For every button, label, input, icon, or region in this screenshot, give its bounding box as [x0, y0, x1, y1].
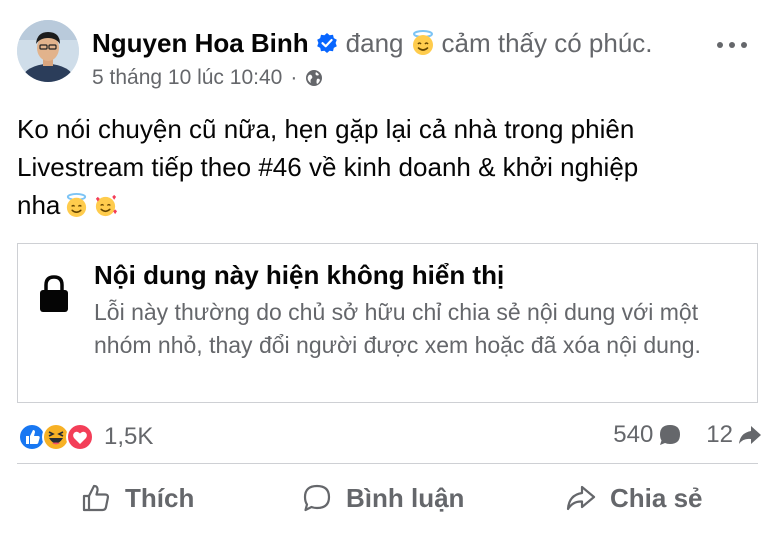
globe-icon[interactable]: [305, 69, 323, 87]
post-body-line-3-wrap: nha: [17, 186, 757, 224]
share-count[interactable]: 12: [706, 421, 733, 449]
post-body: Ko nói chuyện cũ nữa, hẹn gặp lại cả nhà…: [17, 110, 757, 224]
author-name[interactable]: Nguyen Hoa Binh: [92, 28, 309, 59]
author-avatar[interactable]: [17, 20, 79, 82]
like-button-label: Thích: [125, 482, 195, 513]
comment-count[interactable]: 540: [613, 421, 653, 449]
share-count-icon: [738, 423, 762, 447]
feeling-text: cảm thấy có phúc.: [441, 27, 653, 58]
verified-badge-icon: [316, 32, 338, 54]
comment-count-icon: [658, 423, 682, 447]
post-body-line-3: nha: [17, 190, 61, 220]
feeling-prefix: đang: [345, 27, 404, 58]
comment-button[interactable]: Bình luận: [302, 476, 464, 520]
comment-icon: [303, 484, 331, 512]
post-timestamp[interactable]: 5 tháng 10 lúc 10:40: [92, 66, 282, 90]
reaction-count[interactable]: 1,5K: [104, 423, 153, 451]
smiling-face-with-hearts-icon: [93, 190, 118, 217]
like-button[interactable]: Thích: [81, 476, 194, 520]
love-reaction-icon: [66, 423, 94, 451]
unavailable-content-card: Nội dung này hiện không hiển thị Lỗi này…: [17, 243, 758, 403]
post-meta: 5 tháng 10 lúc 10:40 ·: [92, 64, 323, 92]
smiling-face-with-halo-icon: [64, 190, 89, 218]
engagement-stats: 540 12: [613, 419, 762, 451]
share-icon: [566, 485, 596, 511]
meta-separator: ·: [290, 66, 298, 89]
post-body-line-1: Ko nói chuyện cũ nữa, hẹn gặp lại cả nhà…: [17, 114, 635, 144]
actions-divider: [17, 463, 758, 464]
post-body-line-2: Livestream tiếp theo #46 về kinh doanh &…: [17, 152, 639, 182]
share-button-label: Chia sẻ: [610, 482, 703, 513]
comment-button-label: Bình luận: [346, 482, 465, 513]
share-button[interactable]: Chia sẻ: [566, 476, 703, 520]
card-description: Lỗi này thường do chủ sở hữu chỉ chia sẻ…: [94, 299, 701, 358]
more-options-icon[interactable]: [717, 38, 747, 52]
card-title: Nội dung này hiện không hiển thị: [94, 260, 505, 290]
smiling-face-with-halo-icon: [410, 30, 436, 56]
lock-icon: [39, 274, 69, 314]
thumbs-up-icon: [82, 484, 110, 512]
feeling-activity: đang cảm thấy có phúc.: [346, 28, 653, 59]
reactions-summary[interactable]: 1,5K: [18, 421, 153, 453]
post-header: Nguyen Hoa Binh đang cảm thấy có phúc.: [92, 26, 653, 60]
post-card: Nguyen Hoa Binh đang cảm thấy có phúc. 5…: [0, 0, 774, 542]
